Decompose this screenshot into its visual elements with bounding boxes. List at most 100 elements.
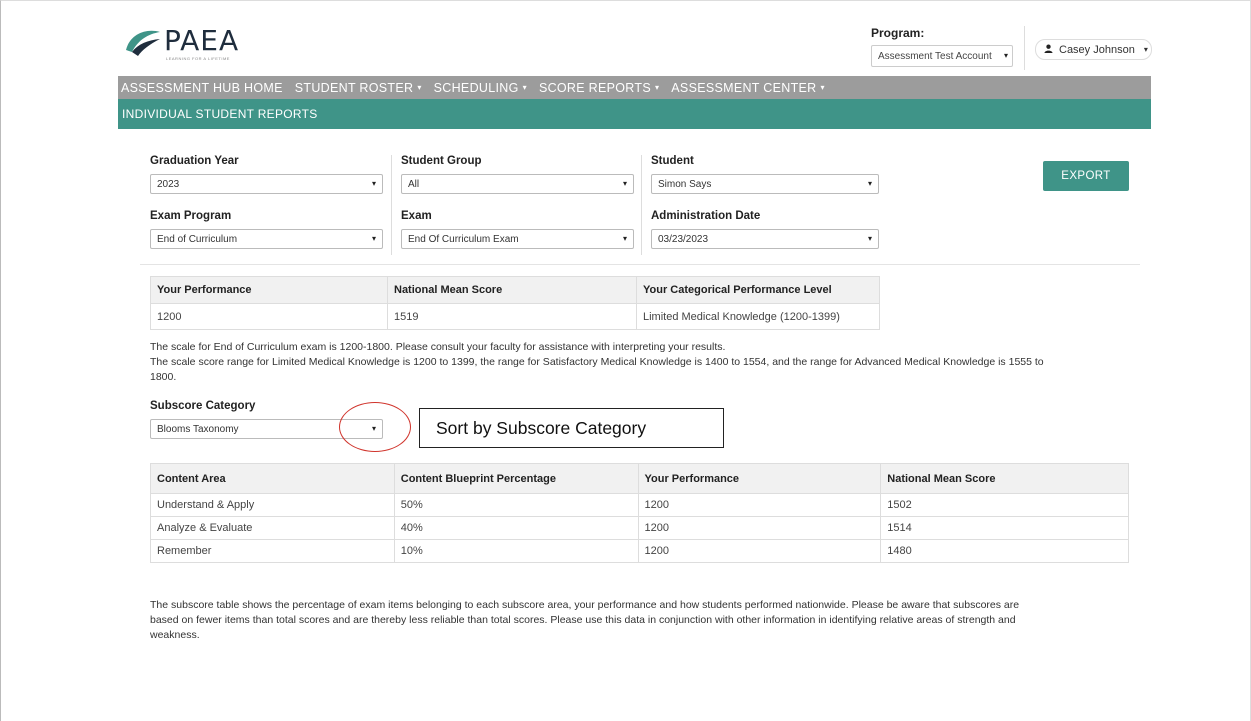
filter-label: Administration Date	[651, 210, 761, 222]
user-name: Casey Johnson	[1059, 43, 1135, 56]
nav-label: SCHEDULING	[433, 80, 519, 95]
select-value: End of Curriculum	[157, 234, 238, 245]
page-title-bar: INDIVIDUAL STUDENT REPORTS	[118, 99, 1151, 129]
brand-name: PAEA	[164, 24, 240, 57]
filter-label: Exam	[401, 210, 432, 222]
table-row: Understand & Apply 50% 1200 1502	[150, 493, 1129, 517]
nav-label: SCORE REPORTS	[538, 80, 651, 95]
exam-select[interactable]: End Of Curriculum Exam ▾	[401, 229, 634, 249]
column-header: Your Performance	[637, 463, 882, 494]
export-button[interactable]: EXPORT	[1043, 161, 1129, 191]
nav-label: ASSESSMENT HUB HOME	[121, 80, 283, 95]
table-header-row: Your Performance National Mean Score You…	[150, 276, 880, 304]
table-cell: 1200	[637, 516, 882, 540]
column-header: Your Categorical Performance Level	[636, 276, 880, 304]
select-value: Blooms Taxonomy	[157, 424, 239, 435]
table-cell: 1502	[880, 493, 1129, 517]
chevron-down-icon: ▾	[1143, 45, 1148, 54]
table-cell: Remember	[150, 539, 395, 563]
paea-logo-icon	[126, 30, 160, 56]
performance-table: Your Performance National Mean Score You…	[150, 276, 880, 330]
annotation-callout: Sort by Subscore Category	[419, 408, 724, 448]
table-cell: 40%	[393, 516, 639, 540]
table-cell: 50%	[393, 493, 639, 517]
table-row: 1200 1519 Limited Medical Knowledge (120…	[150, 303, 880, 330]
paea-logo[interactable]: PAEA LEARNING FOR A LIFETIME	[122, 24, 240, 61]
user-menu-button[interactable]: Casey Johnson ▾	[1035, 39, 1152, 60]
filter-label: Exam Program	[150, 210, 232, 222]
column-header: National Mean Score	[880, 463, 1129, 494]
page-title: INDIVIDUAL STUDENT REPORTS	[122, 107, 318, 121]
table-cell: 1480	[880, 539, 1129, 563]
caret-down-icon: ▾	[371, 179, 376, 188]
select-value: End Of Curriculum Exam	[408, 234, 519, 245]
scale-description: The scale for End of Curriculum exam is …	[150, 340, 1140, 385]
filter-exam-program: Exam Program End of Curriculum ▾	[150, 210, 383, 249]
footer-text-line: weakness.	[150, 629, 200, 641]
nav-item-score-reports[interactable]: SCORE REPORTS ▾	[539, 81, 659, 95]
table-cell: 1519	[387, 303, 637, 330]
program-label: Program:	[871, 26, 925, 40]
table-cell: Limited Medical Knowledge (1200-1399)	[636, 303, 880, 330]
nav-item-assessment-center[interactable]: ASSESSMENT CENTER ▾	[671, 81, 825, 95]
subscore-table: Content Area Content Blueprint Percentag…	[150, 463, 1129, 563]
nav-item-assessment-hub-home[interactable]: ASSESSMENT HUB HOME	[121, 81, 283, 95]
program-select-value: Assessment Test Account	[878, 51, 992, 62]
table-row: Analyze & Evaluate 40% 1200 1514	[150, 516, 1129, 540]
select-value: 03/23/2023	[658, 234, 709, 245]
table-cell: 1200	[637, 493, 882, 517]
student-select[interactable]: Simon Says ▾	[651, 174, 879, 194]
caret-down-icon: ▾	[371, 234, 376, 243]
student-group-select[interactable]: All ▾	[401, 174, 634, 194]
table-cell: Analyze & Evaluate	[150, 516, 395, 540]
highlight-circle	[339, 402, 411, 452]
column-header: Content Blueprint Percentage	[393, 463, 639, 494]
filter-exam: Exam End Of Curriculum Exam ▾	[401, 210, 634, 249]
select-value: 2023	[157, 179, 180, 190]
brand-tagline: LEARNING FOR A LIFETIME	[166, 56, 230, 61]
scale-text-line: The scale score range for Limited Medica…	[150, 356, 1044, 368]
caret-down-icon: ▾	[417, 83, 422, 92]
table-row: Remember 10% 1200 1480	[150, 539, 1129, 563]
scale-text-line: 1800.	[150, 371, 177, 383]
nav-item-scheduling[interactable]: SCHEDULING ▾	[434, 81, 527, 95]
column-header: Content Area	[150, 463, 395, 494]
graduation-year-select[interactable]: 2023 ▾	[150, 174, 383, 194]
filter-student-group: Student Group All ▾	[401, 155, 634, 194]
section-divider	[140, 264, 1140, 265]
caret-down-icon: ▾	[654, 83, 660, 92]
caret-down-icon: ▾	[867, 179, 872, 188]
column-header: National Mean Score	[387, 276, 637, 304]
nav-item-student-roster[interactable]: STUDENT ROSTER ▾	[295, 81, 422, 95]
exam-program-select[interactable]: End of Curriculum ▾	[150, 229, 383, 249]
nav-label: STUDENT ROSTER	[294, 80, 414, 95]
program-selector: Program: Assessment Test Account ▾	[871, 26, 1013, 67]
table-cell: Understand & Apply	[150, 493, 395, 517]
filter-administration-date: Administration Date 03/23/2023 ▾	[651, 210, 879, 249]
table-cell: 10%	[393, 539, 639, 563]
filter-label: Student Group	[401, 155, 482, 167]
nav-label: ASSESSMENT CENTER	[671, 80, 817, 95]
person-icon	[1044, 44, 1053, 55]
filter-divider	[391, 155, 392, 255]
administration-date-select[interactable]: 03/23/2023 ▾	[651, 229, 879, 249]
caret-down-icon: ▾	[820, 83, 825, 92]
filter-graduation-year: Graduation Year 2023 ▾	[150, 155, 383, 194]
table-cell: 1200	[637, 539, 882, 563]
caret-down-icon: ▾	[1003, 51, 1008, 60]
main-nav: ASSESSMENT HUB HOME STUDENT ROSTER ▾ SCH…	[118, 76, 1151, 99]
filter-label: Graduation Year	[150, 155, 239, 167]
caret-down-icon: ▾	[867, 234, 872, 243]
caret-down-icon: ▾	[622, 179, 627, 188]
program-select[interactable]: Assessment Test Account ▾	[871, 45, 1013, 67]
scale-text-line: The scale for End of Curriculum exam is …	[150, 341, 726, 353]
table-cell: 1200	[150, 303, 388, 330]
filter-divider	[641, 155, 642, 255]
header-divider	[1024, 26, 1025, 70]
column-header: Your Performance	[150, 276, 388, 304]
caret-down-icon: ▾	[522, 83, 527, 92]
footer-text-line: based on fewer items than total scores a…	[150, 614, 1016, 626]
filter-student: Student Simon Says ▾	[651, 155, 879, 194]
caret-down-icon: ▾	[622, 234, 627, 243]
table-header-row: Content Area Content Blueprint Percentag…	[150, 463, 1129, 494]
